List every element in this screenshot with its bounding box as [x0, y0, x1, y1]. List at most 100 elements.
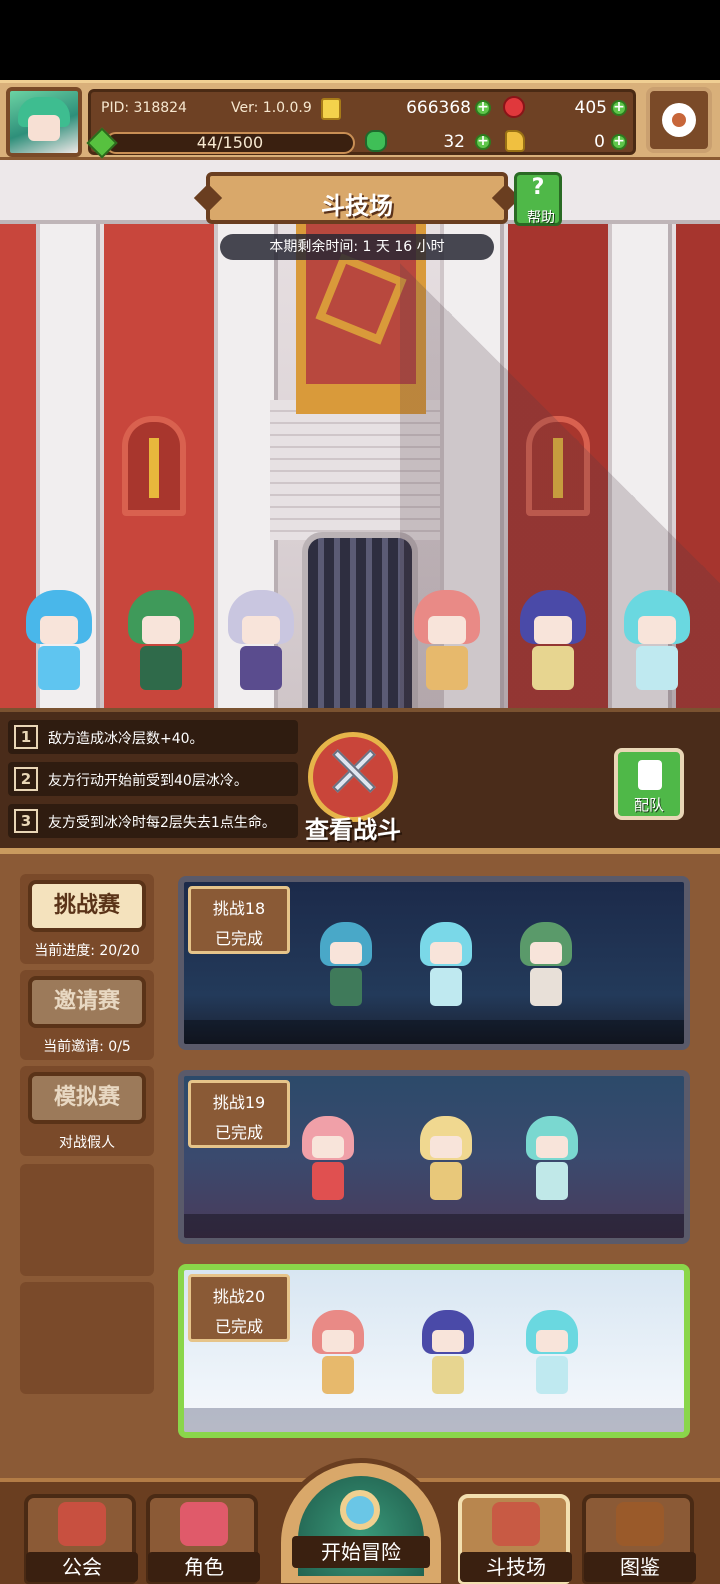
rule-item: 3 友方受到冰冷时每2层失去1点生命。: [8, 804, 298, 838]
hero-sprite: [404, 580, 490, 702]
rule-number: 2: [14, 767, 38, 791]
rule-item: 1 敌方造成冰冷层数+40。: [8, 720, 298, 754]
coin-icon: [321, 98, 341, 120]
nav-character-label: 角色: [148, 1552, 260, 1582]
nav-codex-label: 图鉴: [584, 1552, 696, 1582]
add-clover-button[interactable]: +: [475, 134, 491, 150]
rule-number: 1: [14, 725, 38, 749]
add-gold-button[interactable]: +: [475, 100, 491, 116]
help-button[interactable]: ? 帮助: [514, 172, 562, 226]
crossed-swords-icon: [492, 1502, 540, 1546]
hero-sprite: [16, 580, 102, 702]
key-amount: 0: [594, 132, 605, 152]
challenge-progress: 当前进度: 20/20: [34, 943, 140, 959]
challenge-status: 已完成: [214, 1123, 263, 1142]
version-label: Ver: 1.0.0.9: [231, 100, 312, 116]
invite-mode-button[interactable]: 邀请赛: [28, 976, 146, 1028]
clover-icon: [365, 130, 387, 152]
add-gem-button[interactable]: +: [611, 100, 627, 116]
mode-slot: 挑战赛 当前进度: 20/20: [20, 874, 154, 964]
book-icon: [616, 1502, 664, 1546]
gold-amount: 666368: [406, 98, 471, 118]
hero-sprite: [614, 580, 700, 702]
enemy-sprite: [306, 1306, 370, 1402]
sword-niche: [122, 416, 186, 516]
rule-text: 友方行动开始前受到40层冰冷。: [48, 773, 248, 789]
nav-arena[interactable]: 斗技场: [458, 1494, 572, 1584]
add-key-button[interactable]: +: [611, 134, 627, 150]
enemy-sprite: [514, 918, 578, 1014]
empty-slot: [20, 1282, 154, 1394]
nav-guild[interactable]: 公会: [24, 1494, 138, 1584]
empty-slot: [20, 1164, 154, 1276]
team-icon: [638, 760, 662, 790]
start-adventure-button[interactable]: 开始冒险: [276, 1458, 446, 1584]
start-adventure-label: 开始冒险: [292, 1536, 430, 1568]
enemy-sprite: [314, 918, 378, 1014]
challenge-status: 已完成: [214, 929, 263, 948]
challenge-title: 挑战20: [212, 1287, 266, 1306]
gear-icon: [662, 103, 696, 137]
nav-character[interactable]: 角色: [146, 1494, 260, 1584]
page-title: 斗技场: [321, 192, 393, 220]
challenge-tag: 挑战20 已完成: [188, 1274, 290, 1342]
enemy-sprite: [520, 1112, 584, 1208]
top-resource-bar: PID: 318824 Ver: 1.0.0.9 666368 + 405 + …: [0, 80, 720, 160]
magnifier-icon: [340, 1490, 380, 1530]
clover-amount: 32: [443, 132, 465, 152]
challenge-title: 挑战18: [212, 899, 266, 918]
challenge-tag: 挑战18 已完成: [188, 886, 290, 954]
settings-button[interactable]: [646, 87, 712, 153]
gem-icon: [503, 96, 525, 118]
rules-band: 1 敌方造成冰冷层数+40。 2 友方行动开始前受到40层冰冷。 3 友方受到冰…: [0, 708, 720, 848]
challenge-mode-button[interactable]: 挑战赛: [28, 880, 146, 932]
nav-arena-label: 斗技场: [460, 1552, 572, 1582]
enemy-sprite: [414, 918, 478, 1014]
rule-text: 敌方造成冰冷层数+40。: [48, 731, 204, 747]
banner-emblem: [315, 253, 407, 345]
rule-number: 3: [14, 809, 38, 833]
bottom-navigation: 公会 角色 开始冒险 斗技场 图鉴: [0, 1458, 720, 1584]
nav-codex[interactable]: 图鉴: [582, 1494, 696, 1584]
player-info-panel: PID: 318824 Ver: 1.0.0.9 666368 + 405 + …: [86, 89, 636, 159]
challenge-title: 挑战19: [212, 1093, 266, 1112]
status-bar: [0, 0, 720, 80]
view-battle-button[interactable]: 查看战斗: [290, 732, 416, 844]
character-icon: [180, 1502, 228, 1546]
hero-sprite: [510, 580, 596, 702]
hero-sprite: [218, 580, 304, 702]
question-icon: ?: [531, 175, 545, 200]
season-timer: 本期剩余时间: 1 天 16 小时: [220, 234, 494, 260]
stamina-value: 44/1500: [196, 133, 264, 152]
challenge-tag: 挑战19 已完成: [188, 1080, 290, 1148]
challenge-card[interactable]: 挑战20 已完成: [178, 1264, 690, 1438]
challenge-card[interactable]: 挑战18 已完成: [178, 876, 690, 1050]
enemy-sprite: [416, 1306, 480, 1402]
nav-guild-label: 公会: [26, 1552, 138, 1582]
hero-sprite: [118, 580, 204, 702]
mode-slot: 模拟赛 对战假人: [20, 1066, 154, 1156]
challenge-status: 已完成: [214, 1317, 263, 1336]
rule-text: 友方受到冰冷时每2层失去1点生命。: [48, 815, 276, 831]
challenge-card[interactable]: 挑战19 已完成: [178, 1070, 690, 1244]
help-label: 帮助: [527, 210, 555, 226]
view-battle-label: 查看战斗: [305, 816, 401, 844]
guild-icon: [58, 1502, 106, 1546]
player-id: PID: 318824: [101, 100, 187, 116]
avatar-face: [28, 115, 60, 141]
simulate-mode-button[interactable]: 模拟赛: [28, 1072, 146, 1124]
invite-progress: 当前邀请: 0/5: [43, 1039, 131, 1055]
mode-column: 挑战赛 当前进度: 20/20 邀请赛 当前邀请: 0/5 模拟赛 对战假人: [20, 874, 154, 1464]
player-avatar[interactable]: [6, 87, 82, 157]
team-label: 配队: [633, 796, 664, 814]
team-setup-button[interactable]: 配队: [614, 748, 684, 820]
key-icon: [505, 130, 525, 152]
simulate-description: 对战假人: [59, 1135, 115, 1151]
gem-amount: 405: [574, 98, 607, 118]
enemy-sprite: [296, 1112, 360, 1208]
mode-slot: 邀请赛 当前邀请: 0/5: [20, 970, 154, 1060]
arena-scene: 斗技场 ? 帮助 本期剩余时间: 1 天 16 小时: [0, 160, 720, 708]
enemy-sprite: [414, 1112, 478, 1208]
enemy-sprite: [520, 1306, 584, 1402]
rule-item: 2 友方行动开始前受到40层冰冷。: [8, 762, 298, 796]
